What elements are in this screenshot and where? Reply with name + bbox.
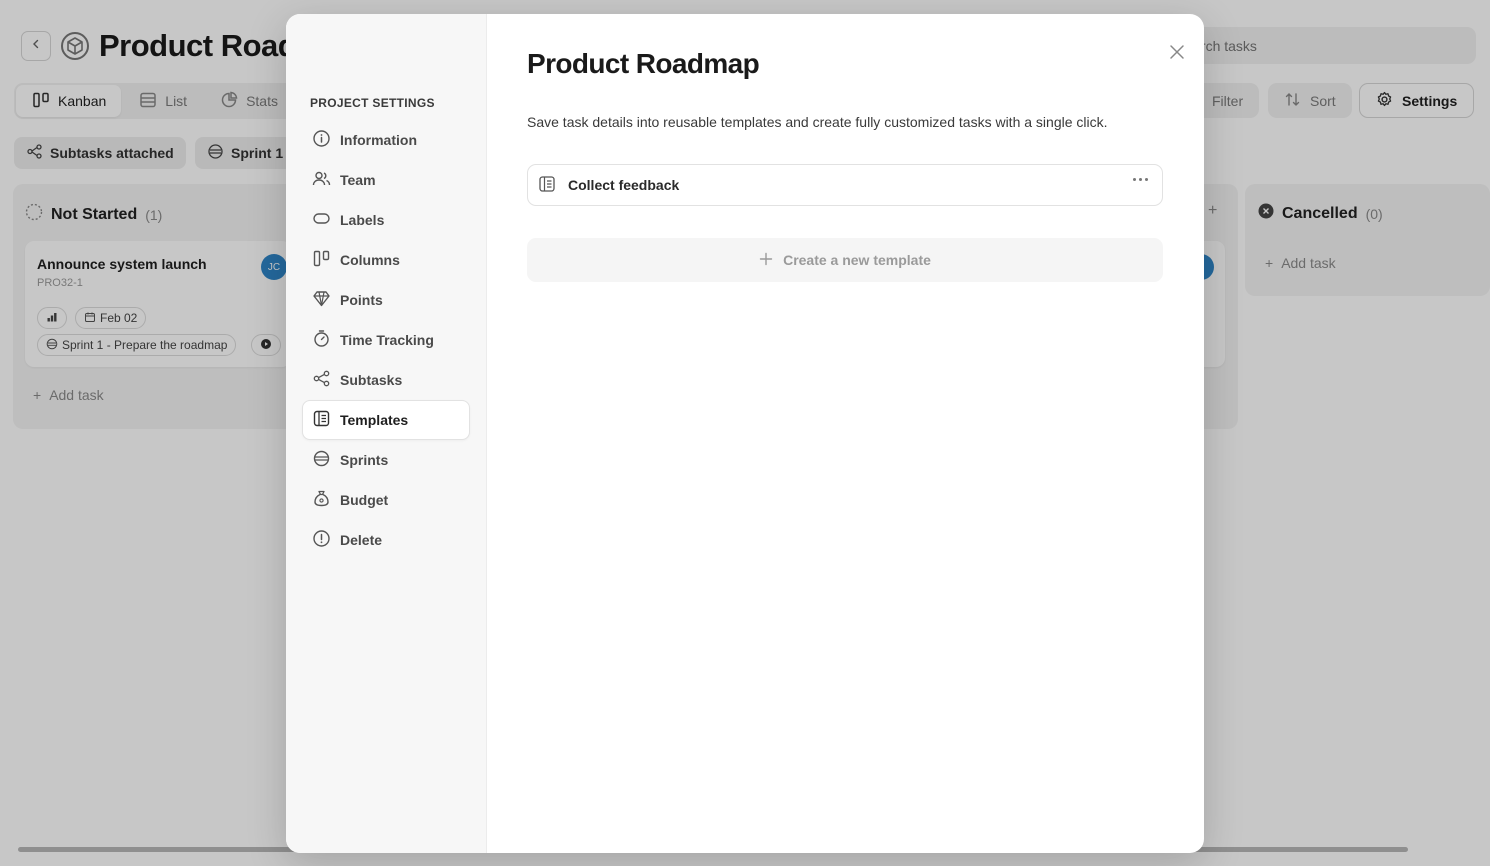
template-icon [538, 175, 556, 196]
subtasks-icon [312, 369, 331, 391]
settings-content: Product Roadmap Save task details into r… [487, 14, 1204, 853]
sidebar-item-templates[interactable]: Templates [302, 400, 470, 440]
sidebar-item-sprints[interactable]: Sprints [302, 440, 470, 480]
sidebar-item-delete[interactable]: Delete [302, 520, 470, 560]
close-button[interactable] [1165, 42, 1189, 66]
close-icon [1169, 44, 1185, 65]
sprint-icon [312, 449, 331, 471]
stopwatch-icon [312, 329, 331, 351]
settings-sidebar: PROJECT SETTINGS Information Team Labels… [286, 14, 487, 853]
sidebar-item-label: Team [340, 172, 376, 188]
sidebar-item-label: Information [340, 132, 417, 148]
more-options-icon[interactable] [1133, 178, 1148, 181]
sidebar-item-team[interactable]: Team [302, 160, 470, 200]
sidebar-item-budget[interactable]: Budget [302, 480, 470, 520]
template-item[interactable]: Collect feedback [527, 164, 1163, 206]
sidebar-item-label: Delete [340, 532, 383, 548]
sidebar-item-time-tracking[interactable]: Time Tracking [302, 320, 470, 360]
sidebar-item-columns[interactable]: Columns [302, 240, 470, 280]
create-template-button[interactable]: Create a new template [527, 238, 1163, 282]
sidebar-item-subtasks[interactable]: Subtasks [302, 360, 470, 400]
sidebar-item-label: Sprints [340, 452, 389, 468]
templates-description: Save task details into reusable template… [527, 114, 1108, 130]
money-bag-icon [312, 489, 331, 511]
alert-icon [312, 529, 331, 551]
sidebar-item-labels[interactable]: Labels [302, 200, 470, 240]
template-icon [312, 409, 331, 431]
sidebar-item-label: Columns [340, 252, 400, 268]
info-icon [312, 129, 331, 151]
sidebar-item-label: Points [340, 292, 383, 308]
sidebar-item-label: Budget [340, 492, 389, 508]
template-name: Collect feedback [568, 177, 680, 193]
sidebar-item-label: Templates [340, 412, 409, 428]
team-icon [312, 169, 331, 191]
label-icon [312, 209, 331, 231]
project-settings-modal: PROJECT SETTINGS Information Team Labels… [286, 14, 1204, 853]
modal-title: Product Roadmap [527, 48, 760, 79]
diamond-icon [312, 289, 331, 311]
sidebar-item-points[interactable]: Points [302, 280, 470, 320]
sidebar-item-label: Labels [340, 212, 385, 228]
columns-icon [312, 249, 331, 271]
sidebar-item-label: Time Tracking [340, 332, 434, 348]
sidebar-item-label: Subtasks [340, 372, 403, 388]
settings-nav: Information Team Labels Columns Points T… [302, 120, 470, 560]
sidebar-item-information[interactable]: Information [302, 120, 470, 160]
create-template-label: Create a new template [783, 252, 931, 268]
sidebar-heading: PROJECT SETTINGS [310, 96, 435, 110]
plus-icon [759, 252, 773, 269]
